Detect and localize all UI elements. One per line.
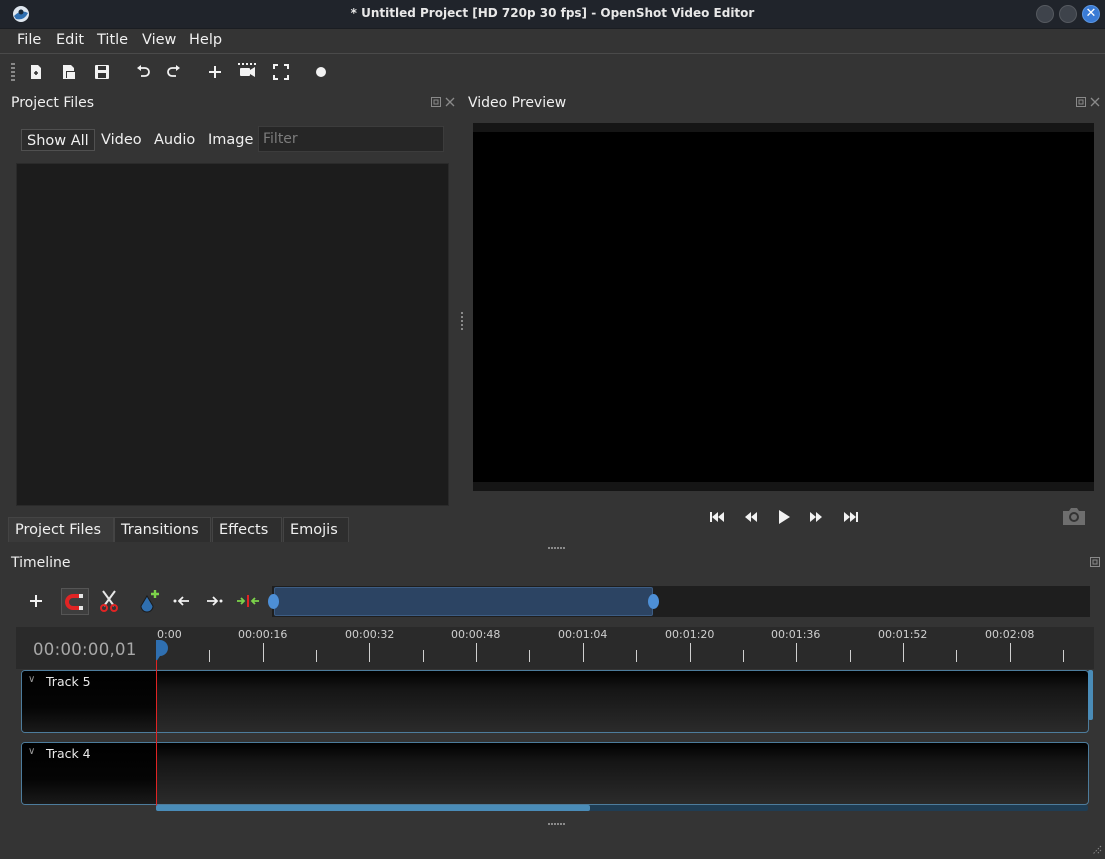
ruler-tick xyxy=(369,643,370,662)
zoom-handle-right[interactable] xyxy=(648,594,659,609)
snapping-toggle-button[interactable] xyxy=(61,588,89,615)
menu-file[interactable]: File xyxy=(17,32,41,48)
collapse-chevron-icon[interactable]: ∨ xyxy=(28,674,35,685)
bottom-splitter-handle[interactable] xyxy=(548,823,566,825)
tab-emojis[interactable]: Emojis xyxy=(283,517,349,542)
video-preview-screen[interactable] xyxy=(473,123,1094,491)
magnet-icon xyxy=(65,594,83,610)
tick-label: 00:01:36 xyxy=(771,628,821,641)
open-project-icon[interactable] xyxy=(61,64,77,80)
menu-edit[interactable]: Edit xyxy=(56,32,84,48)
track-row[interactable]: ∨ Track 4 xyxy=(21,742,1089,805)
maximize-button[interactable] xyxy=(1059,5,1077,23)
project-files-title: Project Files xyxy=(11,95,95,111)
filter-show-all-button[interactable]: Show All xyxy=(21,129,95,151)
project-files-undock-icon[interactable] xyxy=(431,97,441,107)
profile-video-icon[interactable] xyxy=(236,61,258,81)
redo-icon[interactable] xyxy=(166,64,182,80)
video-preview-undock-icon[interactable] xyxy=(1076,97,1086,107)
save-project-icon[interactable] xyxy=(94,64,110,80)
ruler-tick xyxy=(263,643,264,662)
ruler-tick xyxy=(476,643,477,662)
close-button[interactable]: ✕ xyxy=(1082,5,1100,23)
tab-transitions[interactable]: Transitions xyxy=(114,517,211,542)
ruler-tick xyxy=(1063,650,1064,662)
razor-scissors-icon[interactable] xyxy=(97,589,121,613)
jump-to-end-icon[interactable] xyxy=(841,511,859,523)
tick-label: 00:02:08 xyxy=(985,628,1035,641)
jump-to-start-icon[interactable] xyxy=(709,511,727,523)
playhead-handle[interactable] xyxy=(156,640,168,662)
ruler-tick xyxy=(636,650,637,662)
timeline-undock-icon[interactable] xyxy=(1090,557,1100,567)
filter-audio-button[interactable]: Audio xyxy=(149,129,200,151)
ruler-tick xyxy=(209,650,210,662)
window-title: * Untitled Project [HD 720p 30 fps] - Op… xyxy=(350,6,755,20)
center-playhead-icon[interactable] xyxy=(236,594,260,608)
track-name: Track 5 xyxy=(46,674,91,689)
menu-view[interactable]: View xyxy=(142,32,176,48)
camera-snapshot-icon[interactable] xyxy=(1061,506,1087,527)
ruler-tick xyxy=(796,643,797,662)
ruler-tick xyxy=(316,650,317,662)
tick-label: 00:00:16 xyxy=(238,628,288,641)
ruler-tick xyxy=(1010,643,1011,662)
tick-label: 00:01:04 xyxy=(558,628,608,641)
panel-splitter-handle[interactable] xyxy=(461,312,463,330)
ruler-tick xyxy=(956,650,957,662)
project-files-list[interactable] xyxy=(16,163,449,506)
track-header[interactable]: ∨ Track 4 xyxy=(22,743,157,804)
video-preview-title: Video Preview xyxy=(468,95,567,111)
menu-bar: File Edit Title View Help xyxy=(0,29,1105,54)
menu-title[interactable]: Title xyxy=(97,32,128,48)
add-marker-icon[interactable] xyxy=(136,588,162,614)
filter-video-button[interactable]: Video xyxy=(96,129,147,151)
current-time-display: 00:00:00,01 xyxy=(33,640,137,659)
tick-label: 00:01:20 xyxy=(665,628,715,641)
track-header[interactable]: ∨ Track 5 xyxy=(22,671,157,732)
filter-input[interactable] xyxy=(258,126,444,152)
video-preview-close-icon[interactable] xyxy=(1090,97,1100,107)
add-track-icon[interactable] xyxy=(29,594,43,608)
timeline-zoom-window[interactable] xyxy=(274,587,653,616)
project-files-close-icon[interactable] xyxy=(445,97,455,107)
record-icon[interactable] xyxy=(313,64,329,80)
filter-image-button[interactable]: Image xyxy=(203,129,258,151)
fullscreen-icon[interactable] xyxy=(273,64,289,80)
import-files-icon[interactable] xyxy=(207,64,223,80)
track-row[interactable]: ∨ Track 5 xyxy=(21,670,1089,733)
tick-label: 00:00:48 xyxy=(451,628,501,641)
ruler-tick xyxy=(690,643,691,662)
ruler-tick xyxy=(529,650,530,662)
tab-effects[interactable]: Effects xyxy=(212,517,282,542)
timeline-splitter-handle[interactable] xyxy=(548,547,566,549)
new-project-icon[interactable] xyxy=(28,64,44,80)
rewind-icon[interactable] xyxy=(743,511,759,523)
timeline-title: Timeline xyxy=(11,555,71,571)
track-name: Track 4 xyxy=(46,746,91,761)
toolbar-grip[interactable] xyxy=(11,63,15,81)
window-titlebar: * Untitled Project [HD 720p 30 fps] - Op… xyxy=(0,0,1105,29)
tick-label: 00:01:52 xyxy=(878,628,928,641)
playhead-line xyxy=(156,660,157,806)
ruler-tick xyxy=(850,650,851,662)
zoom-handle-left[interactable] xyxy=(268,594,279,609)
timeline-vertical-scroll-thumb[interactable] xyxy=(1088,670,1093,720)
menu-help[interactable]: Help xyxy=(189,32,222,48)
collapse-chevron-icon[interactable]: ∨ xyxy=(28,746,35,757)
fast-forward-icon[interactable] xyxy=(808,511,824,523)
undo-icon[interactable] xyxy=(135,64,151,80)
previous-marker-icon[interactable] xyxy=(173,594,191,608)
timeline-horizontal-scroll-thumb[interactable] xyxy=(156,805,590,811)
ruler-tick xyxy=(583,643,584,662)
minimize-button[interactable] xyxy=(1036,5,1054,23)
ruler-tick xyxy=(423,650,424,662)
tab-project-files[interactable]: Project Files xyxy=(8,517,114,542)
next-marker-icon[interactable] xyxy=(205,594,223,608)
play-icon[interactable] xyxy=(777,509,791,525)
resize-grip-icon[interactable] xyxy=(1090,843,1102,855)
tick-label: 00:00:32 xyxy=(345,628,395,641)
ruler-tick xyxy=(743,650,744,662)
ruler-tick xyxy=(903,643,904,662)
